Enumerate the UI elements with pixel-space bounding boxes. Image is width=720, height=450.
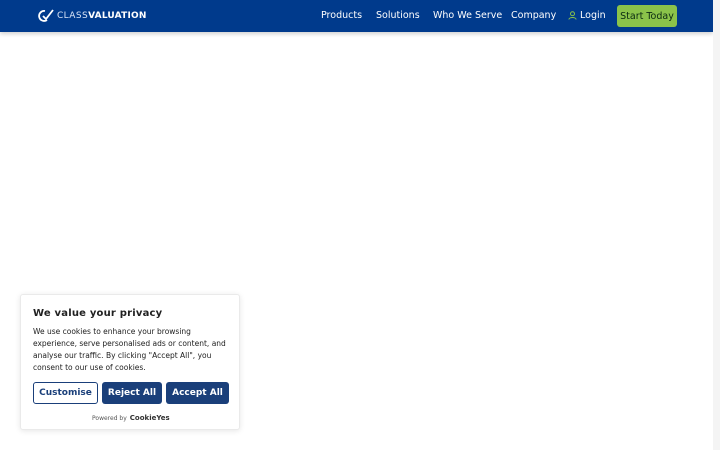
scrollbar-track[interactable] (713, 0, 720, 450)
site-logo[interactable]: CLASS VALUATION (38, 9, 147, 23)
login-label: Login (580, 10, 606, 21)
accept-all-button[interactable]: Accept All (166, 382, 229, 404)
nav-who-we-serve[interactable]: Who We Serve (433, 10, 502, 21)
nav-login[interactable]: Login (568, 10, 606, 21)
logo-text-valuation: VALUATION (88, 11, 147, 21)
powered-by-label: Powered by (92, 415, 127, 422)
nav-solutions[interactable]: Solutions (376, 10, 420, 21)
cookie-title: We value your privacy (33, 308, 163, 319)
cookieyes-logo[interactable]: CookieYes (130, 414, 170, 422)
reject-all-button[interactable]: Reject All (102, 382, 162, 404)
powered-by: Powered by CookieYes (92, 414, 170, 422)
nav-company[interactable]: Company (511, 10, 556, 21)
customise-button[interactable]: Customise (33, 382, 98, 404)
cookie-consent-banner: We value your privacy We use cookies to … (20, 294, 240, 430)
logo-text-class: CLASS (57, 11, 89, 21)
cookie-description: We use cookies to enhance your browsing … (33, 327, 226, 372)
nav-products[interactable]: Products (321, 10, 362, 21)
start-today-button[interactable]: Start Today (617, 5, 677, 27)
site-header: CLASS VALUATION Products Solutions Who W… (0, 0, 713, 32)
user-icon (568, 11, 577, 20)
class-valuation-logo-icon (38, 9, 54, 22)
